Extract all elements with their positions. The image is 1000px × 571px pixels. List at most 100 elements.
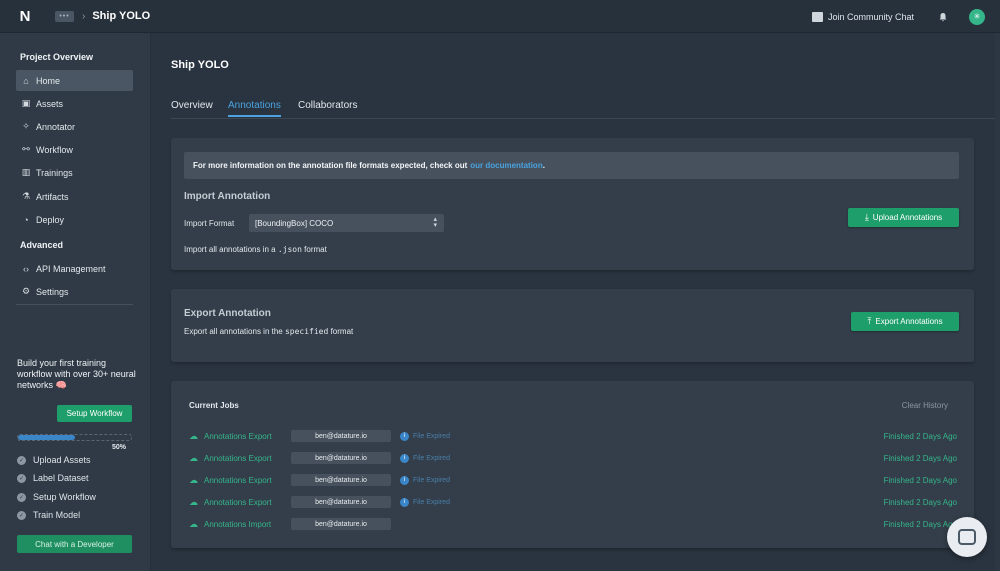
job-name: Annotations Export [204,497,272,507]
checklist-item-train-model: ✓ Train Model [17,510,80,520]
clear-history-button[interactable]: Clear History [902,401,948,410]
tab-annotations[interactable]: Annotations [228,100,281,117]
check-icon: ✓ [17,492,26,502]
job-name: Annotations Import [204,519,272,529]
sidebar-item-settings[interactable]: ⚙ Settings [16,281,133,302]
import-desc-code: .json [277,245,302,254]
job-time: Finished 2 Days Ago [883,475,957,485]
job-name: Annotations Export [204,453,272,463]
info-end: . [542,161,545,170]
table-row: ☁ Annotations Export ben@datature.io i Fi… [189,429,957,443]
chat-bubble-icon [958,529,976,545]
sidebar-item-trainings[interactable]: ▥ Trainings [16,162,133,183]
job-time: Finished 2 Days Ago [883,453,957,463]
export-annotations-button[interactable]: ⤒ Export Annotations [851,312,959,331]
job-name: Annotations Export [204,431,272,441]
job-name: Annotations Export [204,475,272,485]
checklist-label: Train Model [33,510,81,520]
sidebar-item-workflow[interactable]: ⚯ Workflow [16,139,133,160]
sidebar-item-artifacts[interactable]: ⚗ Artifacts [16,186,133,207]
avatar[interactable]: ✳ [969,8,985,25]
cloud-icon: ☁ [189,518,198,529]
annotator-icon: ✧ [22,121,30,131]
breadcrumb-project-title: Ship YOLO [92,10,151,22]
sidebar-item-label: API Management [36,263,106,274]
sidebar-item-deploy[interactable]: ◔ Deploy [16,209,133,230]
upload-icon: ⤒ [867,316,872,326]
sidebar-item-label: Artifacts [36,191,69,202]
sidebar-item-label: Annotator [36,121,76,132]
import-desc-suffix: format [304,245,327,254]
upload-annotations-label: Upload Annotations [872,213,943,222]
chat-launcher-button[interactable] [947,517,987,557]
import-description: Import all annotations in a .json format [184,245,327,254]
import-heading: Import Annotation [184,191,271,202]
workflow-icon: ⚯ [22,144,30,154]
chevron-right-icon: › [82,10,86,22]
sidebar-heading-advanced: Advanced [20,240,64,250]
join-community-chat-link[interactable]: Join Community Chat [811,11,914,22]
gear-icon: ⚙ [21,286,31,296]
sidebar-item-label: Settings [36,286,69,297]
check-icon: ✓ [17,510,26,520]
download-icon: ⤓ [864,212,869,222]
tab-collaborators[interactable]: Collaborators [298,100,357,111]
onboarding-progress-bar [17,434,132,441]
check-icon: ✓ [17,473,26,483]
sidebar-item-label: Assets [36,98,64,109]
import-annotation-panel: For more information on the annotation f… [171,138,974,270]
job-time: Finished 2 Days Ago [883,497,957,507]
export-desc-suffix: format [330,327,354,336]
tab-overview[interactable]: Overview [171,100,213,111]
setup-workflow-button[interactable]: Setup Workflow [57,405,132,422]
cloud-icon: ☁ [189,474,198,485]
page-title: Ship YOLO [171,59,229,71]
job-email: ben@datature.io [291,518,391,530]
info-icon: i [400,475,409,485]
app-logo[interactable]: N [17,8,33,25]
sidebar-item-label: Workflow [36,144,73,155]
scrollbar[interactable] [995,33,1000,571]
deploy-icon: ◔ [23,214,29,225]
export-desc-code: specified [284,327,329,336]
checklist-item-setup-workflow: ✓ Setup Workflow [17,492,96,502]
job-email: ben@datature.io [291,474,391,486]
sidebar-item-label: Deploy [36,214,65,225]
checklist-label: Label Dataset [33,473,89,483]
job-status: i File Expired [400,497,450,507]
documentation-link[interactable]: our documentation [470,161,542,170]
job-status: i File Expired [400,431,450,441]
checklist-item-label-dataset: ✓ Label Dataset [17,473,89,483]
chart-icon: ▥ [21,167,31,177]
export-desc-prefix: Export all annotations in the [184,327,283,336]
import-format-select[interactable]: [BoundingBox] COCO ▴ ▾ [249,214,444,232]
progress-fill [18,435,75,440]
job-status: i File Expired [400,475,450,485]
sidebar-item-annotator[interactable]: ✧ Annotator [16,116,133,137]
chat-with-developer-button[interactable]: Chat with a Developer [17,535,132,553]
table-row: ☁ Annotations Import ben@datature.io Fin… [189,517,957,531]
job-email: ben@datature.io [291,430,391,442]
checklist-item-upload-assets: ✓ Upload Assets [17,455,91,465]
info-icon: i [400,497,409,507]
sidebar-item-label: Trainings [36,167,73,178]
job-status-label: File Expired [413,432,450,440]
checklist-label: Setup Workflow [33,492,96,502]
chat-icon [811,11,823,22]
tab-bar: Overview Annotations Collaborators [171,100,1000,119]
sidebar-divider [16,304,133,305]
project-switcher[interactable]: ••• [55,10,74,22]
export-heading: Export Annotation [184,308,271,319]
artifact-icon: ⚗ [21,191,31,201]
table-row: ☁ Annotations Export ben@datature.io i Fi… [189,451,957,465]
job-email: ben@datature.io [291,452,391,464]
export-annotations-label: Export Annotations [875,317,943,326]
current-jobs-heading: Current Jobs [189,401,239,410]
sidebar-item-home[interactable]: ⌂ Home [16,70,133,91]
community-label: Join Community Chat [827,11,914,22]
home-icon: ⌂ [23,75,29,86]
sidebar-item-api-management[interactable]: ‹› API Management [16,258,133,279]
bell-icon[interactable] [938,12,948,22]
upload-annotations-button[interactable]: ⤓ Upload Annotations [848,208,959,227]
sidebar-item-assets[interactable]: ▣ Assets [16,93,133,114]
